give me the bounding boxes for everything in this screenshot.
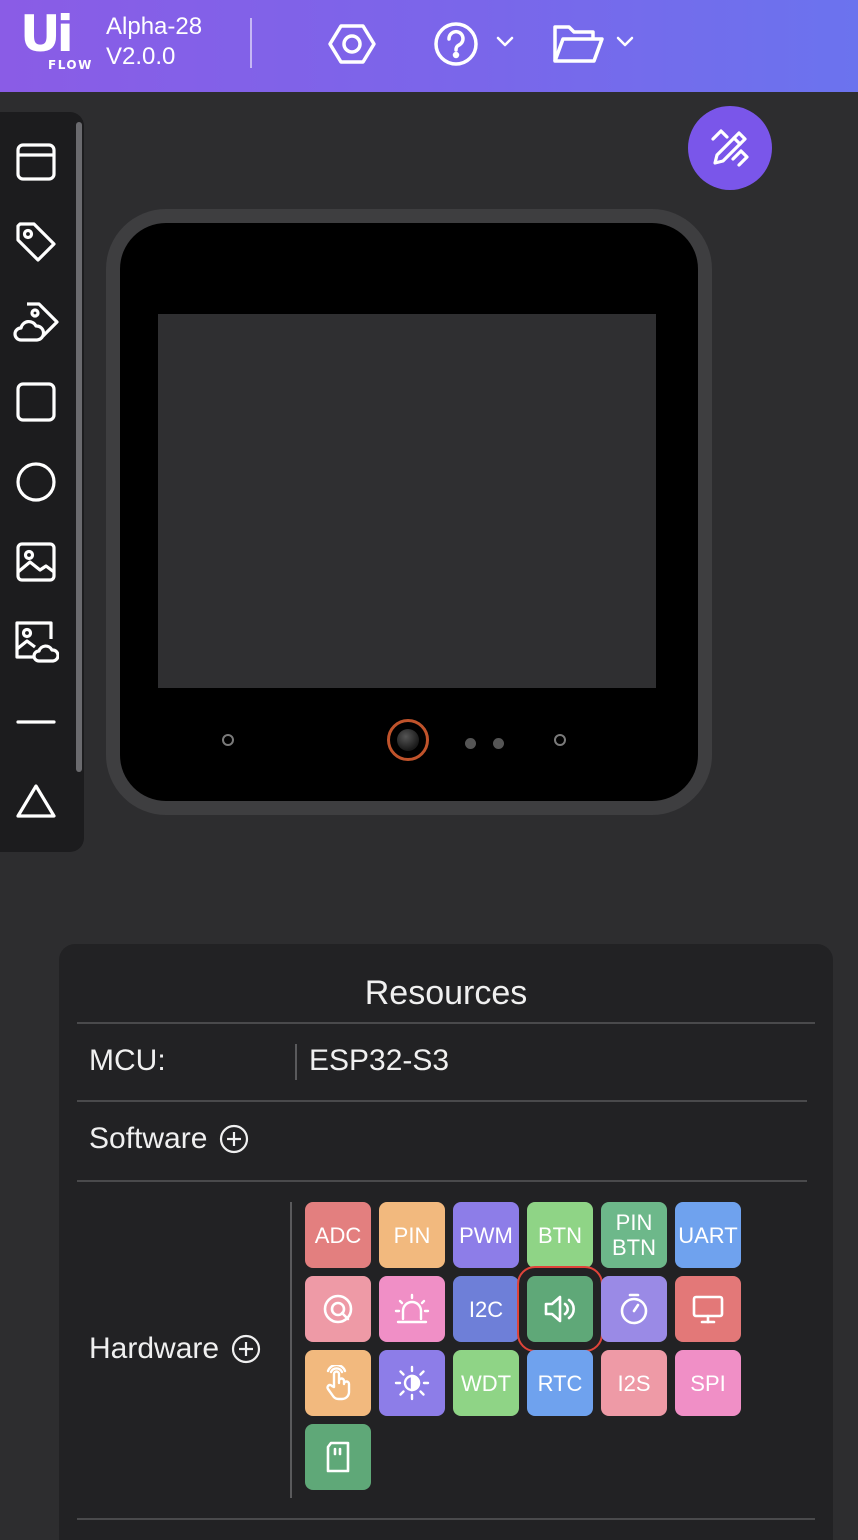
top-header: Ui FLOW Alpha-28 V2.0.0: [0, 0, 858, 92]
mcu-label: MCU:: [89, 1044, 166, 1077]
hardware-row: Hardware: [89, 1332, 261, 1366]
logo-subtext: FLOW: [48, 58, 93, 72]
software-label: Software: [89, 1122, 208, 1155]
display-monitor-icon: [691, 1292, 725, 1326]
hardware-chip-rtc[interactable]: RTC: [527, 1350, 593, 1416]
timer-icon: [617, 1292, 651, 1326]
edit-button[interactable]: [688, 106, 772, 190]
hardware-chip-speed-gauge[interactable]: [305, 1276, 371, 1342]
mcu-value: ESP32-S3: [309, 1044, 450, 1077]
hardware-chip-alarm-siren[interactable]: [379, 1276, 445, 1342]
divider: [77, 1022, 815, 1024]
resources-title: Resources: [364, 974, 528, 1012]
file-dropdown-chevron-icon[interactable]: [614, 30, 636, 52]
speed-gauge-icon: [321, 1292, 355, 1326]
hardware-chip-i2c[interactable]: I2C: [453, 1276, 519, 1342]
widget-toolbar: [0, 112, 84, 852]
hardware-chip-sd-card[interactable]: [305, 1424, 371, 1490]
device-mic-dot: [465, 738, 476, 749]
hardware-chip-label: I2C: [468, 1296, 504, 1322]
hardware-chip-i2s[interactable]: I2S: [601, 1350, 667, 1416]
logo-text: Ui: [20, 5, 74, 63]
hardware-chip-adc[interactable]: ADC: [305, 1202, 371, 1268]
hardware-chip-label: RTC: [537, 1370, 583, 1396]
hardware-chip-pin[interactable]: PIN: [379, 1202, 445, 1268]
window-icon[interactable]: [10, 136, 62, 188]
hardware-chip-label: WDT: [460, 1370, 512, 1396]
resources-panel: Resources MCU: ESP32-S3 Software Hardwar…: [59, 944, 833, 1540]
touch-hand-icon: [321, 1365, 355, 1401]
line-icon[interactable]: [10, 696, 62, 748]
rectangle-icon[interactable]: [10, 376, 62, 428]
uiflow-logo[interactable]: Ui FLOW: [20, 5, 91, 74]
divider: [77, 1180, 807, 1182]
add-software-icon[interactable]: [219, 1124, 249, 1154]
cloud-image-icon[interactable]: [10, 616, 62, 668]
hardware-chip-label: SPI: [690, 1370, 726, 1396]
hardware-chip-label: I2S: [617, 1370, 651, 1396]
firmware-version: V2.0.0: [106, 43, 176, 70]
folder-open-icon[interactable]: [550, 18, 606, 70]
hardware-chip-pwm[interactable]: PWM: [453, 1202, 519, 1268]
device-name: Alpha-28: [106, 13, 203, 40]
device-led-left: [222, 734, 234, 746]
hardware-chip-label: ADC: [314, 1222, 362, 1248]
hardware-chip-label: BTN: [538, 1222, 582, 1248]
hardware-chip-pin-btn[interactable]: PIN BTN: [601, 1202, 667, 1268]
add-hardware-icon[interactable]: [231, 1334, 261, 1364]
hardware-label: Hardware: [89, 1332, 220, 1365]
software-row: Software: [89, 1122, 249, 1156]
hardware-chip-label: PWM: [459, 1222, 513, 1248]
hardware-chip-label: UART: [678, 1222, 738, 1248]
hardware-chip-display-monitor[interactable]: [675, 1276, 741, 1342]
help-dropdown-chevron-icon[interactable]: [494, 30, 516, 52]
cloud-tag-icon[interactable]: [10, 296, 62, 348]
toolbar-scrollbar[interactable]: [76, 122, 82, 772]
hardware-divider: [290, 1202, 292, 1498]
hardware-chip-label: PIN: [393, 1222, 431, 1248]
divider: [77, 1100, 807, 1102]
help-icon[interactable]: [430, 18, 482, 70]
label-tag-icon[interactable]: [10, 216, 62, 268]
hardware-chip-spi[interactable]: SPI: [675, 1350, 741, 1416]
hardware-chip-brightness[interactable]: [379, 1350, 445, 1416]
hardware-chip-label: PIN BTN: [612, 1210, 656, 1260]
device-screen[interactable]: [158, 314, 656, 688]
hardware-chip-touch-hand[interactable]: [305, 1350, 371, 1416]
hardware-chip-wdt[interactable]: WDT: [453, 1350, 519, 1416]
image-icon[interactable]: [10, 536, 62, 588]
brightness-icon: [394, 1365, 430, 1401]
header-divider: [250, 18, 252, 68]
device-led-right: [554, 734, 566, 746]
divider: [77, 1518, 815, 1520]
hardware-chip-timer[interactable]: [601, 1276, 667, 1342]
hardware-chip-speaker[interactable]: [517, 1266, 603, 1352]
hardware-chip-btn[interactable]: BTN: [527, 1202, 593, 1268]
triangle-icon[interactable]: [10, 776, 62, 828]
edit-pencil-ruler-icon: [711, 129, 749, 167]
device-preview: [106, 209, 712, 815]
device-body: [120, 223, 698, 801]
speaker-icon: [542, 1292, 578, 1326]
settings-hex-icon[interactable]: [326, 18, 378, 70]
mcu-divider: [295, 1044, 297, 1080]
sd-card-icon: [323, 1440, 353, 1474]
device-camera: [387, 719, 429, 761]
hardware-chip-uart[interactable]: UART: [675, 1202, 741, 1268]
circle-icon[interactable]: [10, 456, 62, 508]
alarm-siren-icon: [394, 1292, 430, 1326]
device-mic-dot: [493, 738, 504, 749]
